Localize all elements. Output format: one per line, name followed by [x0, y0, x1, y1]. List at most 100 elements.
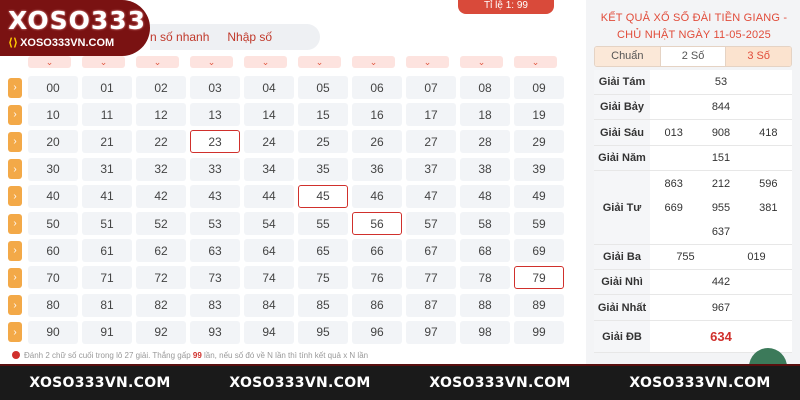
number-cell[interactable]: 12	[136, 103, 186, 127]
number-cell[interactable]: 10	[28, 103, 78, 127]
column-select-chevron-icon[interactable]: ⌄	[514, 56, 557, 68]
row-select-arrow-icon[interactable]: ›	[8, 159, 22, 180]
column-select-chevron-icon[interactable]: ⌄	[136, 56, 179, 68]
number-cell[interactable]: 34	[244, 157, 294, 181]
number-cell[interactable]: 11	[82, 103, 132, 127]
number-cell[interactable]: 66	[352, 239, 402, 263]
number-cell[interactable]: 62	[136, 239, 186, 263]
number-cell[interactable]: 09	[514, 76, 564, 100]
number-cell[interactable]: 30	[28, 157, 78, 181]
number-cell[interactable]: 79	[514, 266, 564, 290]
number-cell[interactable]: 69	[514, 239, 564, 263]
number-cell[interactable]: 56	[352, 212, 402, 236]
number-cell[interactable]: 52	[136, 212, 186, 236]
number-cell[interactable]: 38	[460, 157, 510, 181]
number-cell[interactable]: 59	[514, 212, 564, 236]
number-cell[interactable]: 21	[82, 130, 132, 154]
number-cell[interactable]: 46	[352, 184, 402, 208]
number-cell[interactable]: 39	[514, 157, 564, 181]
column-select-chevron-icon[interactable]: ⌄	[244, 56, 287, 68]
number-cell[interactable]: 81	[82, 293, 132, 317]
column-select-chevron-icon[interactable]: ⌄	[460, 56, 503, 68]
footer-link[interactable]: XOSO333VN.COM	[429, 375, 570, 391]
number-cell[interactable]: 92	[136, 320, 186, 344]
number-cell[interactable]: 33	[190, 157, 240, 181]
number-cell[interactable]: 91	[82, 320, 132, 344]
number-cell[interactable]: 42	[136, 184, 186, 208]
number-cell[interactable]: 53	[190, 212, 240, 236]
tab-result-format[interactable]: 2 Số	[659, 47, 727, 66]
number-cell[interactable]: 77	[406, 266, 456, 290]
number-cell[interactable]: 98	[460, 320, 510, 344]
number-cell[interactable]: 03	[190, 76, 240, 100]
number-cell[interactable]: 74	[244, 266, 294, 290]
number-cell[interactable]: 87	[406, 293, 456, 317]
number-cell[interactable]: 37	[406, 157, 456, 181]
number-cell[interactable]: 41	[82, 184, 132, 208]
number-cell[interactable]: 50	[28, 212, 78, 236]
number-cell[interactable]: 43	[190, 184, 240, 208]
number-cell[interactable]: 85	[298, 293, 348, 317]
number-cell[interactable]: 15	[298, 103, 348, 127]
number-cell[interactable]: 57	[406, 212, 456, 236]
footer-link[interactable]: XOSO333VN.COM	[229, 375, 370, 391]
number-cell[interactable]: 47	[406, 184, 456, 208]
number-cell[interactable]: 68	[460, 239, 510, 263]
number-cell[interactable]: 31	[82, 157, 132, 181]
number-cell[interactable]: 28	[460, 130, 510, 154]
number-cell[interactable]: 78	[460, 266, 510, 290]
number-cell[interactable]: 01	[82, 76, 132, 100]
number-cell[interactable]: 08	[460, 76, 510, 100]
number-cell[interactable]: 18	[460, 103, 510, 127]
number-cell[interactable]: 67	[406, 239, 456, 263]
footer-link[interactable]: XOSO333VN.COM	[29, 375, 170, 391]
column-select-chevron-icon[interactable]: ⌄	[406, 56, 449, 68]
number-cell[interactable]: 06	[352, 76, 402, 100]
number-cell[interactable]: 94	[244, 320, 294, 344]
number-cell[interactable]: 40	[28, 184, 78, 208]
number-cell[interactable]: 55	[298, 212, 348, 236]
row-select-arrow-icon[interactable]: ›	[8, 240, 22, 261]
tab-result-format[interactable]: 3 Số	[726, 47, 791, 66]
number-cell[interactable]: 96	[352, 320, 402, 344]
tab-enter-number[interactable]: Nhập số	[227, 30, 290, 44]
number-cell[interactable]: 60	[28, 239, 78, 263]
number-cell[interactable]: 90	[28, 320, 78, 344]
number-cell[interactable]: 25	[298, 130, 348, 154]
number-cell[interactable]: 35	[298, 157, 348, 181]
number-cell[interactable]: 04	[244, 76, 294, 100]
number-cell[interactable]: 82	[136, 293, 186, 317]
row-select-arrow-icon[interactable]: ›	[8, 186, 22, 207]
number-cell[interactable]: 88	[460, 293, 510, 317]
row-select-arrow-icon[interactable]: ›	[8, 213, 22, 234]
number-cell[interactable]: 29	[514, 130, 564, 154]
column-select-chevron-icon[interactable]: ⌄	[298, 56, 341, 68]
number-cell[interactable]: 83	[190, 293, 240, 317]
number-cell[interactable]: 13	[190, 103, 240, 127]
number-cell[interactable]: 32	[136, 157, 186, 181]
number-cell[interactable]: 24	[244, 130, 294, 154]
number-cell[interactable]: 26	[352, 130, 402, 154]
row-select-arrow-icon[interactable]: ›	[8, 322, 22, 343]
number-cell[interactable]: 17	[406, 103, 456, 127]
number-cell[interactable]: 45	[298, 184, 348, 208]
tab-result-format[interactable]: Chuẩn	[595, 47, 660, 66]
column-select-chevron-icon[interactable]: ⌄	[28, 56, 71, 68]
number-cell[interactable]: 20	[28, 130, 78, 154]
number-cell[interactable]: 27	[406, 130, 456, 154]
number-cell[interactable]: 00	[28, 76, 78, 100]
number-cell[interactable]: 05	[298, 76, 348, 100]
number-cell[interactable]: 07	[406, 76, 456, 100]
number-cell[interactable]: 80	[28, 293, 78, 317]
row-select-arrow-icon[interactable]: ›	[8, 77, 22, 98]
number-cell[interactable]: 54	[244, 212, 294, 236]
number-cell[interactable]: 64	[244, 239, 294, 263]
number-cell[interactable]: 63	[190, 239, 240, 263]
number-cell[interactable]: 61	[82, 239, 132, 263]
number-cell[interactable]: 75	[298, 266, 348, 290]
row-select-arrow-icon[interactable]: ›	[8, 295, 22, 316]
number-cell[interactable]: 65	[298, 239, 348, 263]
column-select-chevron-icon[interactable]: ⌄	[352, 56, 395, 68]
number-cell[interactable]: 48	[460, 184, 510, 208]
number-cell[interactable]: 16	[352, 103, 402, 127]
